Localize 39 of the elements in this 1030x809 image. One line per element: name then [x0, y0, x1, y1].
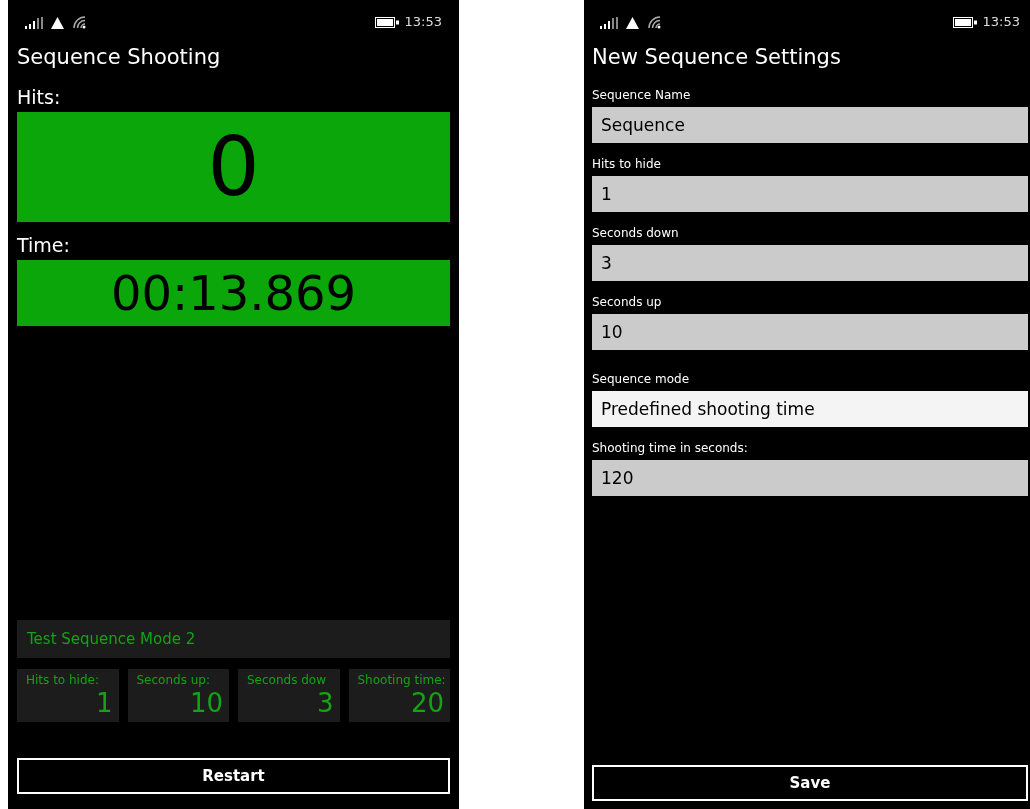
clock-time: 13:53 — [982, 15, 1020, 29]
field-label: Shooting time in seconds: — [592, 441, 749, 455]
input-field[interactable]: Sequence — [592, 107, 1028, 143]
time-label: Time: — [17, 234, 71, 256]
signal-icon — [25, 17, 43, 29]
triangle-icon — [626, 17, 639, 29]
stat-value: 20 — [409, 688, 444, 718]
stat-label: Seconds dow — [247, 673, 327, 688]
hits-label: Hits: — [17, 86, 62, 108]
field-label: Hits to hide — [592, 157, 662, 171]
stat-value: 1 — [94, 688, 113, 718]
page-title: New Sequence Settings — [592, 44, 842, 71]
dropdown-field[interactable]: Predefined shooting time — [592, 391, 1028, 427]
field-label: Seconds down — [592, 226, 680, 240]
save-button[interactable]: Save — [592, 765, 1028, 801]
stat-label: Shooting time: — [357, 673, 444, 688]
field-label: Sequence mode — [592, 372, 691, 386]
wifi-icon — [647, 15, 661, 29]
stat-label: Hits to hide: — [26, 673, 100, 688]
battery-icon — [952, 16, 977, 28]
field-label: Seconds up — [592, 295, 663, 309]
input-field[interactable]: 120 — [592, 460, 1028, 496]
wifi-icon — [72, 15, 86, 29]
triangle-icon — [51, 17, 64, 29]
sequence-name: Test Sequence Mode 2 — [17, 620, 450, 658]
clock-time: 13:53 — [404, 15, 442, 29]
stat-value: 10 — [188, 688, 223, 718]
battery-icon — [374, 16, 399, 28]
signal-icon — [600, 17, 618, 29]
field-label: Sequence Name — [592, 88, 692, 102]
hits-counter: 0 — [17, 112, 450, 222]
page-title: Sequence Shooting — [17, 44, 222, 71]
timer-display: 00:13.869 — [17, 260, 450, 326]
input-field[interactable]: 10 — [592, 314, 1028, 350]
stat-value: 3 — [315, 688, 334, 718]
input-field[interactable]: 1 — [592, 176, 1028, 212]
input-field[interactable]: 3 — [592, 245, 1028, 281]
stat-label: Seconds up: — [136, 673, 211, 688]
restart-button[interactable]: Restart — [17, 758, 450, 794]
